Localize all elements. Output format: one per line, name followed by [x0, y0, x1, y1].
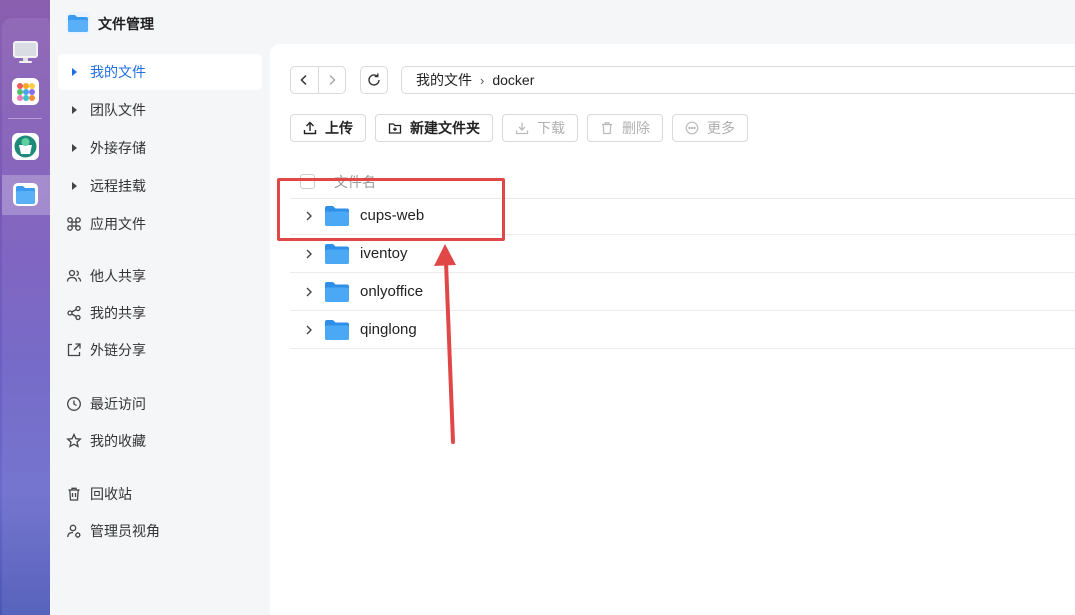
back-button[interactable] [291, 67, 318, 93]
sidebar-item-external-storage[interactable]: 外接存储 [58, 130, 262, 166]
breadcrumb: 我的文件 › docker [401, 66, 1075, 94]
file-name[interactable]: iventoy [360, 245, 408, 262]
trash-icon [66, 486, 82, 502]
breadcrumb-root[interactable]: 我的文件 [416, 70, 472, 90]
share-icon [66, 305, 82, 321]
table-row[interactable]: onlyoffice [290, 273, 1075, 311]
column-header-name[interactable]: 文件名 [334, 172, 376, 192]
sidebar-item-link-shares[interactable]: 外链分享 [58, 332, 262, 368]
forward-button[interactable] [317, 67, 345, 93]
users-icon [66, 268, 82, 284]
dock-separator [8, 118, 42, 119]
sidebar-item-label: 他人共享 [90, 268, 146, 284]
sidebar-item-favorites[interactable]: 我的收藏 [58, 423, 262, 459]
sidebar-item-label: 管理员视角 [90, 523, 160, 539]
file-table-header: 文件名 [290, 165, 1075, 199]
sidebar-item-label: 回收站 [90, 486, 132, 502]
app-dock [0, 0, 50, 615]
sidebar-item-my-files[interactable]: 我的文件 [58, 54, 262, 90]
delete-label: 删除 [622, 120, 650, 136]
upload-button[interactable]: 上传 [290, 114, 366, 142]
file-manager-logo-icon [66, 12, 90, 34]
refresh-button[interactable] [360, 66, 388, 94]
sidebar-item-recent[interactable]: 最近访问 [58, 386, 262, 422]
history-nav [290, 66, 346, 94]
file-name[interactable]: cups-web [360, 207, 424, 224]
folder-icon [324, 243, 350, 265]
sidebar-item-label: 外接存储 [90, 140, 146, 156]
breadcrumb-current[interactable]: docker [492, 72, 534, 88]
chevron-right-icon [329, 74, 336, 86]
download-icon [515, 121, 529, 135]
trash-icon [600, 121, 614, 135]
sidebar-item-recycle-bin[interactable]: 回收站 [58, 476, 262, 512]
sidebar: 我的文件 团队文件 外接存储 远程挂载 应用文件 他人共享 我的共享 外链分享 [50, 44, 270, 615]
sidebar-item-label: 团队文件 [90, 102, 146, 118]
main-panel: 我的文件 › docker 上传 新建文件夹 下载 删除 更多 文件名 cups… [270, 44, 1075, 615]
apps-grid-icon[interactable] [12, 78, 39, 105]
chevron-right-icon[interactable] [302, 209, 316, 223]
command-icon [66, 216, 82, 232]
refresh-icon [368, 73, 380, 86]
table-row[interactable]: iventoy [290, 235, 1075, 273]
download-label: 下载 [537, 120, 565, 136]
chevron-left-icon [300, 74, 308, 86]
clock-icon [66, 396, 82, 412]
breadcrumb-separator: › [480, 72, 485, 88]
dock-panel [2, 18, 50, 615]
caret-right-icon [72, 106, 77, 114]
sidebar-item-label: 我的共享 [90, 305, 146, 321]
sidebar-item-label: 我的收藏 [90, 433, 146, 449]
folder-icon [324, 319, 350, 341]
sidebar-item-label: 应用文件 [90, 216, 146, 232]
desktop-icon[interactable] [12, 38, 39, 65]
delete-button[interactable]: 删除 [587, 114, 663, 142]
sidebar-item-label: 我的文件 [90, 64, 146, 80]
app-title: 文件管理 [98, 16, 154, 32]
new-folder-label: 新建文件夹 [410, 120, 480, 136]
select-all-checkbox[interactable] [300, 174, 315, 189]
table-row[interactable]: cups-web [290, 197, 1075, 235]
sidebar-item-label: 远程挂载 [90, 178, 146, 194]
toolbar: 上传 新建文件夹 下载 删除 更多 [290, 114, 757, 142]
upload-label: 上传 [325, 120, 353, 136]
sidebar-item-app-files[interactable]: 应用文件 [58, 206, 262, 242]
more-button[interactable]: 更多 [672, 114, 748, 142]
chevron-right-icon[interactable] [302, 323, 316, 337]
sidebar-item-my-shares[interactable]: 我的共享 [58, 295, 262, 331]
caret-right-icon [72, 144, 77, 152]
upload-icon [303, 121, 317, 135]
chevron-right-icon[interactable] [302, 285, 316, 299]
download-button[interactable]: 下载 [502, 114, 578, 142]
sidebar-item-remote-mount[interactable]: 远程挂载 [58, 168, 262, 204]
new-folder-button[interactable]: 新建文件夹 [375, 114, 493, 142]
more-label: 更多 [707, 120, 735, 136]
sidebar-item-admin-view[interactable]: 管理员视角 [58, 513, 262, 549]
folder-icon [324, 205, 350, 227]
caret-right-icon [72, 68, 77, 76]
folder-icon [324, 281, 350, 303]
chevron-right-icon[interactable] [302, 247, 316, 261]
star-icon [66, 433, 82, 449]
store-icon[interactable] [12, 133, 39, 160]
table-row[interactable]: qinglong [290, 311, 1075, 349]
sidebar-item-label: 最近访问 [90, 396, 146, 412]
new-folder-icon [388, 121, 402, 135]
admin-icon [66, 523, 82, 539]
external-link-icon [66, 342, 82, 358]
app-header: 文件管理 [50, 0, 1075, 44]
file-manager-icon[interactable] [12, 181, 39, 208]
caret-right-icon [72, 182, 77, 190]
sidebar-item-team-files[interactable]: 团队文件 [58, 92, 262, 128]
sidebar-item-label: 外链分享 [90, 342, 146, 358]
file-name[interactable]: onlyoffice [360, 283, 423, 300]
sidebar-item-shared-with-me[interactable]: 他人共享 [58, 258, 262, 294]
more-icon [685, 121, 699, 135]
file-name[interactable]: qinglong [360, 321, 417, 338]
